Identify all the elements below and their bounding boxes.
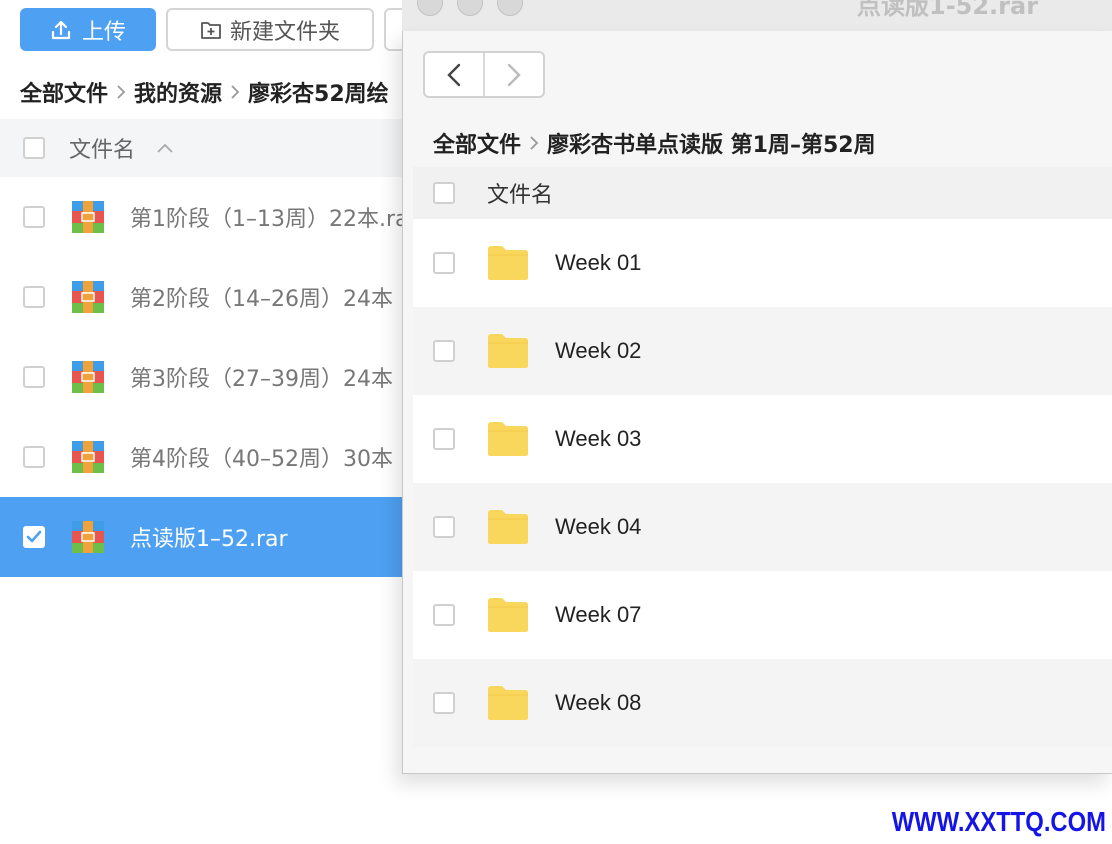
- rar-archive-icon: [72, 281, 104, 313]
- file-row[interactable]: 第3阶段（27–39周）24本: [0, 337, 402, 417]
- folder-icon: [488, 510, 528, 544]
- folder-row[interactable]: Week 04: [413, 483, 1112, 571]
- file-row-checkbox[interactable]: [23, 206, 45, 228]
- file-row-checkbox[interactable]: [23, 286, 45, 308]
- folder-name[interactable]: Week 08: [555, 690, 641, 716]
- zoom-window-button[interactable]: [497, 0, 523, 16]
- history-nav: [423, 51, 545, 98]
- folder-row[interactable]: Week 08: [413, 659, 1112, 747]
- rar-archive-icon: [72, 441, 104, 473]
- folder-row[interactable]: Week 07: [413, 571, 1112, 659]
- new-folder-button[interactable]: 新建文件夹: [166, 8, 374, 51]
- rar-archive-icon: [72, 521, 104, 553]
- folder-row-checkbox[interactable]: [433, 692, 455, 714]
- back-button[interactable]: [425, 53, 485, 96]
- archive-preview-window: 全部文件 廖彩杏书单点读版 第1周–第52周 文件名 Week 01 Week 0…: [402, 31, 1112, 774]
- folder-row-checkbox[interactable]: [433, 516, 455, 538]
- folder-row-checkbox[interactable]: [433, 340, 455, 362]
- breadcrumb-item-all-files[interactable]: 全部文件: [20, 76, 108, 108]
- folder-row[interactable]: Week 01: [413, 219, 1112, 307]
- file-name[interactable]: 第2阶段（14–26周）24本: [130, 281, 393, 313]
- folder-row[interactable]: Week 03: [413, 395, 1112, 483]
- breadcrumb: 全部文件 我的资源 廖彩杏52周绘: [20, 72, 389, 112]
- column-header-filename[interactable]: 文件名: [69, 132, 135, 164]
- popup-breadcrumb: 全部文件 廖彩杏书单点读版 第1周–第52周: [433, 125, 876, 161]
- folder-name[interactable]: Week 07: [555, 602, 641, 628]
- new-folder-label: 新建文件夹: [229, 19, 340, 45]
- folder-name[interactable]: Week 04: [555, 514, 641, 540]
- forward-button[interactable]: [485, 53, 543, 96]
- folder-row-checkbox[interactable]: [433, 252, 455, 274]
- upload-icon: [51, 20, 71, 39]
- chevron-left-icon: [447, 63, 461, 86]
- file-name[interactable]: 第1阶段（1–13周）22本.rar: [130, 201, 402, 233]
- popup-column-header-filename[interactable]: 文件名: [487, 177, 553, 209]
- popup-breadcrumb-current[interactable]: 廖彩杏书单点读版 第1周–第52周: [547, 127, 876, 159]
- file-list-header: 文件名: [0, 119, 402, 177]
- file-row-checkbox[interactable]: [23, 526, 45, 548]
- checkmark-icon: [26, 530, 42, 543]
- popup-select-all-checkbox[interactable]: [433, 182, 455, 204]
- new-folder-icon: [201, 21, 221, 39]
- chevron-right-icon: [229, 83, 241, 101]
- upload-button[interactable]: 上传: [20, 8, 156, 51]
- minimize-window-button[interactable]: [457, 0, 483, 16]
- file-row-checkbox[interactable]: [23, 446, 45, 468]
- folder-name[interactable]: Week 01: [555, 250, 641, 276]
- file-row[interactable]: 第1阶段（1–13周）22本.rar: [0, 177, 402, 257]
- breadcrumb-item-my-resources[interactable]: 我的资源: [134, 76, 222, 108]
- breadcrumb-item-current[interactable]: 廖彩杏52周绘: [248, 76, 389, 108]
- file-row-checkbox[interactable]: [23, 366, 45, 388]
- rar-archive-icon: [72, 361, 104, 393]
- upload-label: 上传: [81, 19, 126, 45]
- folder-row-checkbox[interactable]: [433, 604, 455, 626]
- file-row[interactable]: 第2阶段（14–26周）24本: [0, 257, 402, 337]
- file-row[interactable]: 第4阶段（40–52周）30本: [0, 417, 402, 497]
- chevron-right-icon: [528, 134, 540, 152]
- chevron-right-icon: [115, 83, 127, 101]
- chevron-right-icon: [507, 63, 521, 86]
- folder-icon: [488, 686, 528, 720]
- popup-titlebar[interactable]: 点读版1-52.rar: [402, 0, 1112, 31]
- rar-archive-icon: [72, 201, 104, 233]
- file-name[interactable]: 第4阶段（40–52周）30本: [130, 441, 393, 473]
- popup-breadcrumb-all-files[interactable]: 全部文件: [433, 127, 521, 159]
- folder-icon: [488, 422, 528, 456]
- sort-ascending-icon[interactable]: [155, 142, 175, 154]
- folder-icon: [488, 334, 528, 368]
- popup-list-header: 文件名: [413, 167, 1112, 219]
- select-all-checkbox[interactable]: [23, 137, 45, 159]
- folder-name[interactable]: Week 03: [555, 426, 641, 452]
- folder-icon: [488, 598, 528, 632]
- folder-name[interactable]: Week 02: [555, 338, 641, 364]
- folder-row-checkbox[interactable]: [433, 428, 455, 450]
- popup-window-title: 点读版1-52.rar: [857, 0, 1039, 20]
- folder-icon: [488, 246, 528, 280]
- folder-row[interactable]: Week 02: [413, 307, 1112, 395]
- close-window-button[interactable]: [417, 0, 443, 16]
- file-name[interactable]: 点读版1–52.rar: [130, 521, 288, 553]
- file-row[interactable]: 点读版1–52.rar: [0, 497, 402, 577]
- watermark-text: WWW.XXTTQ.COM: [891, 806, 1106, 837]
- file-name[interactable]: 第3阶段（27–39周）24本: [130, 361, 393, 393]
